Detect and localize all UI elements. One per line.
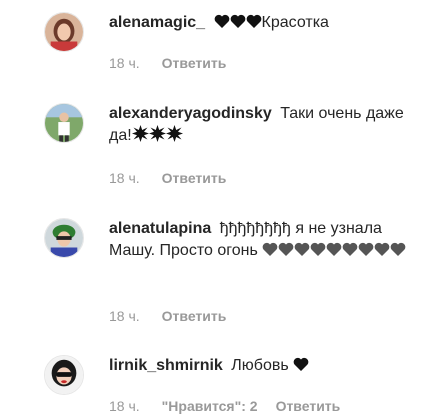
avatar[interactable] bbox=[44, 103, 84, 143]
comment-timestamp[interactable]: 18 ч. bbox=[109, 398, 140, 414]
heart-icon bbox=[214, 14, 230, 28]
grey-heart-icon bbox=[342, 242, 358, 256]
burst-emoji-icon bbox=[131, 125, 149, 142]
comment-body: Красотка bbox=[261, 14, 329, 31]
comment-timestamp[interactable]: 18 ч. bbox=[109, 170, 140, 186]
avatar[interactable] bbox=[44, 218, 84, 258]
reply-button[interactable]: Ответить bbox=[162, 55, 227, 71]
comment-text: alenatulapina ђђђђђђђђ я не узнала Машу.… bbox=[109, 218, 429, 262]
reply-button[interactable]: Ответить bbox=[162, 170, 227, 186]
comment-body: Любовь bbox=[231, 357, 289, 374]
comment-username[interactable]: alexanderyagodinsky bbox=[109, 105, 272, 122]
likes-count[interactable]: "Нравится": 2 bbox=[162, 398, 258, 414]
grey-heart-icon bbox=[358, 242, 374, 256]
grey-heart-icon bbox=[390, 242, 406, 256]
comment-meta: 18 ч. Ответить bbox=[109, 169, 226, 187]
burst-emoji-icon bbox=[165, 125, 183, 142]
comment-timestamp[interactable]: 18 ч. bbox=[109, 55, 140, 71]
comment-meta: 18 ч. Ответить bbox=[109, 54, 226, 72]
reply-button[interactable]: Ответить bbox=[162, 308, 227, 324]
grey-heart-icon bbox=[278, 242, 294, 256]
comment-text: alenamagic_ Красотка bbox=[109, 12, 429, 34]
comment-meta: 18 ч. "Нравится": 2 Ответить bbox=[109, 397, 340, 415]
heart-icon bbox=[230, 14, 246, 28]
avatar[interactable] bbox=[44, 355, 84, 395]
heart-icon bbox=[246, 14, 262, 28]
comment-text: alexanderyagodinsky Таки очень даже да! bbox=[109, 103, 429, 147]
burst-emoji-icon bbox=[148, 125, 166, 142]
heart-icon bbox=[293, 357, 309, 371]
reply-button[interactable]: Ответить bbox=[276, 398, 341, 414]
grey-heart-icon bbox=[326, 242, 342, 256]
grey-heart-icon bbox=[374, 242, 390, 256]
grey-heart-icon bbox=[310, 242, 326, 256]
grey-heart-icon bbox=[294, 242, 310, 256]
comment-username[interactable]: alenatulapina bbox=[109, 220, 211, 237]
comment-meta: 18 ч. Ответить bbox=[109, 307, 226, 325]
comment-timestamp[interactable]: 18 ч. bbox=[109, 308, 140, 324]
grey-heart-icon bbox=[262, 242, 278, 256]
comment-username[interactable]: lirnik_shmirnik bbox=[109, 357, 223, 374]
avatar[interactable] bbox=[44, 12, 84, 52]
comment-text: lirnik_shmirnik Любовь bbox=[109, 355, 429, 377]
comment-username[interactable]: alenamagic_ bbox=[109, 14, 205, 31]
